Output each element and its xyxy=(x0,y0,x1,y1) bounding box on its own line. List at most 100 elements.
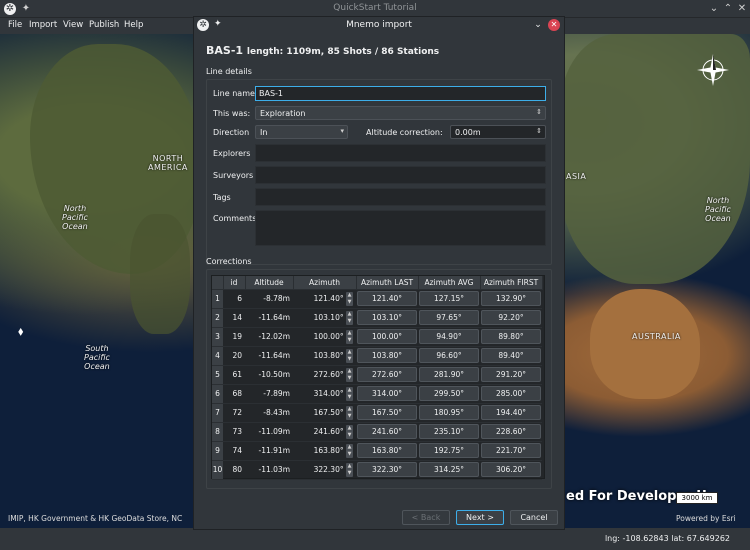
table-row[interactable]: 10 80 -11.03m 322.30° ▲ ▼ 322.30° 314.25° 306.2… xyxy=(212,460,542,480)
back-button[interactable]: < Back xyxy=(402,510,450,525)
table-row[interactable]: 6 68 -7.89m 314.00° ▲ ▼ 314.00° 299.50° 285.00° xyxy=(212,384,542,404)
azimuth-last-button[interactable]: 121.40° xyxy=(357,291,417,306)
cell-azimuth-last[interactable]: 241.60° xyxy=(356,422,418,442)
azimuth-last-button[interactable]: 314.00° xyxy=(357,386,417,401)
table-row[interactable]: 9 74 -11.91m 163.80° ▲ ▼ 163.80° 192.75° 221.70… xyxy=(212,441,542,461)
spin-arrows-icon[interactable]: ▲ ▼ xyxy=(346,367,353,382)
cancel-button[interactable]: Cancel xyxy=(510,510,558,525)
azimuth-first-button[interactable]: 285.00° xyxy=(481,386,541,401)
azimuth-value[interactable]: 314.00° xyxy=(314,389,344,398)
table-row[interactable]: 1 6 -8.78m 121.40° ▲ ▼ 121.40° 127.15° 132.90° xyxy=(212,289,542,309)
row-number[interactable]: 10 xyxy=(212,460,223,480)
table-row[interactable]: 5 61 -10.50m 272.60° ▲ ▼ 272.60° 281.90° 291.20… xyxy=(212,365,542,385)
minimize-icon[interactable]: ⌄ xyxy=(708,3,720,15)
row-number[interactable]: 1 xyxy=(212,289,223,309)
cell-azimuth-avg[interactable]: 235.10° xyxy=(418,422,480,442)
dialog-close-icon[interactable]: ✕ xyxy=(548,19,560,31)
row-number[interactable]: 2 xyxy=(212,308,223,328)
azimuth-last-button[interactable]: 100.00° xyxy=(357,329,417,344)
close-icon[interactable]: ✕ xyxy=(736,3,748,15)
column-header-azimuth-last[interactable]: Azimuth LAST xyxy=(356,276,419,290)
azimuth-avg-button[interactable]: 94.90° xyxy=(419,329,479,344)
azimuth-first-button[interactable]: 291.20° xyxy=(481,367,541,382)
cell-azimuth-first[interactable]: 285.00° xyxy=(480,384,542,404)
dialog-minimize-icon[interactable]: ⌄ xyxy=(532,19,544,31)
azimuth-last-button[interactable]: 163.80° xyxy=(357,443,417,458)
azimuth-avg-button[interactable]: 299.50° xyxy=(419,386,479,401)
cell-azimuth-first[interactable]: 132.90° xyxy=(480,289,542,309)
explorers-input[interactable] xyxy=(255,144,546,162)
azimuth-value[interactable]: 121.40° xyxy=(314,294,344,303)
direction-select[interactable]: In ▾ xyxy=(255,125,348,139)
maximize-icon[interactable]: ⌃ xyxy=(722,3,734,15)
row-number[interactable]: 9 xyxy=(212,441,223,461)
row-number[interactable]: 8 xyxy=(212,422,223,442)
cell-azimuth-first[interactable]: 306.20° xyxy=(480,460,542,480)
next-button[interactable]: Next > xyxy=(456,510,504,525)
azimuth-first-button[interactable]: 132.90° xyxy=(481,291,541,306)
azimuth-first-button[interactable]: 92.20° xyxy=(481,310,541,325)
cell-azimuth[interactable]: 103.80° ▲ ▼ xyxy=(293,346,356,366)
compass-icon[interactable] xyxy=(695,52,731,88)
cell-azimuth-avg[interactable]: 314.25° xyxy=(418,460,480,480)
azimuth-value[interactable]: 241.60° xyxy=(314,427,344,436)
azimuth-first-button[interactable]: 89.80° xyxy=(481,329,541,344)
cell-azimuth[interactable]: 241.60° ▲ ▼ xyxy=(293,422,356,442)
powered-by[interactable]: Powered by Esri xyxy=(676,514,736,523)
azimuth-avg-button[interactable]: 127.15° xyxy=(419,291,479,306)
azimuth-first-button[interactable]: 221.70° xyxy=(481,443,541,458)
altitude-correction-spinbox[interactable]: 0.00m ⇕ xyxy=(450,125,546,139)
row-number[interactable]: 3 xyxy=(212,327,223,347)
column-header-azimuth-avg[interactable]: Azimuth AVG xyxy=(418,276,481,290)
spin-arrows-icon[interactable]: ▲ ▼ xyxy=(346,386,353,401)
cell-azimuth-avg[interactable]: 192.75° xyxy=(418,441,480,461)
spin-arrows-icon[interactable]: ▲ ▼ xyxy=(346,329,353,344)
cell-azimuth-avg[interactable]: 281.90° xyxy=(418,365,480,385)
column-header-altitude[interactable]: Altitude xyxy=(245,276,294,290)
cell-azimuth-first[interactable]: 221.70° xyxy=(480,441,542,461)
spin-arrows-icon[interactable]: ▲ ▼ xyxy=(346,405,353,420)
cell-azimuth-first[interactable]: 89.40° xyxy=(480,346,542,366)
row-number[interactable]: 7 xyxy=(212,403,223,423)
cell-azimuth-avg[interactable]: 180.95° xyxy=(418,403,480,423)
cell-azimuth-first[interactable]: 291.20° xyxy=(480,365,542,385)
azimuth-last-button[interactable]: 322.30° xyxy=(357,462,417,477)
column-header-id[interactable]: id xyxy=(223,276,246,290)
menu-publish[interactable]: Publish xyxy=(89,20,119,30)
table-row[interactable]: 3 19 -12.02m 100.00° ▲ ▼ 100.00° 94.90° 89.80° xyxy=(212,327,542,347)
menu-import[interactable]: Import xyxy=(29,20,57,30)
cell-azimuth-avg[interactable]: 97.65° xyxy=(418,308,480,328)
menu-view[interactable]: View xyxy=(63,20,83,30)
azimuth-value[interactable]: 322.30° xyxy=(314,465,344,474)
table-row[interactable]: 2 14 -11.64m 103.10° ▲ ▼ 103.10° 97.65° 92.20° xyxy=(212,308,542,328)
spin-arrows-icon[interactable]: ▲ ▼ xyxy=(346,348,353,363)
cell-azimuth[interactable]: 121.40° ▲ ▼ xyxy=(293,289,356,309)
menu-help[interactable]: Help xyxy=(124,20,143,30)
row-number[interactable]: 5 xyxy=(212,365,223,385)
cell-azimuth-last[interactable]: 167.50° xyxy=(356,403,418,423)
surveyors-input[interactable] xyxy=(255,166,546,184)
column-header-azimuth-first[interactable]: Azimuth FIRST xyxy=(480,276,543,290)
azimuth-avg-button[interactable]: 314.25° xyxy=(419,462,479,477)
cell-azimuth[interactable]: 103.10° ▲ ▼ xyxy=(293,308,356,328)
azimuth-last-button[interactable]: 103.80° xyxy=(357,348,417,363)
azimuth-value[interactable]: 272.60° xyxy=(314,370,344,379)
table-row[interactable]: 8 73 -11.09m 241.60° ▲ ▼ 241.60° 235.10° 228.60… xyxy=(212,422,542,442)
azimuth-last-button[interactable]: 272.60° xyxy=(357,367,417,382)
spin-arrows-icon[interactable]: ▲ ▼ xyxy=(346,443,353,458)
azimuth-value[interactable]: 103.80° xyxy=(314,351,344,360)
cell-azimuth-avg[interactable]: 299.50° xyxy=(418,384,480,404)
cell-azimuth-avg[interactable]: 96.60° xyxy=(418,346,480,366)
table-row[interactable]: 7 72 -8.43m 167.50° ▲ ▼ 167.50° 180.95° 194.40° xyxy=(212,403,542,423)
azimuth-avg-button[interactable]: 192.75° xyxy=(419,443,479,458)
this-was-select[interactable]: Exploration ⇕ xyxy=(255,106,546,120)
azimuth-first-button[interactable]: 306.20° xyxy=(481,462,541,477)
comments-textarea[interactable] xyxy=(255,210,546,246)
azimuth-value[interactable]: 100.00° xyxy=(314,332,344,341)
cell-azimuth[interactable]: 272.60° ▲ ▼ xyxy=(293,365,356,385)
tags-input[interactable] xyxy=(255,188,546,206)
azimuth-last-button[interactable]: 103.10° xyxy=(357,310,417,325)
cell-azimuth-avg[interactable]: 127.15° xyxy=(418,289,480,309)
cell-azimuth-avg[interactable]: 94.90° xyxy=(418,327,480,347)
cell-azimuth-last[interactable]: 103.10° xyxy=(356,308,418,328)
